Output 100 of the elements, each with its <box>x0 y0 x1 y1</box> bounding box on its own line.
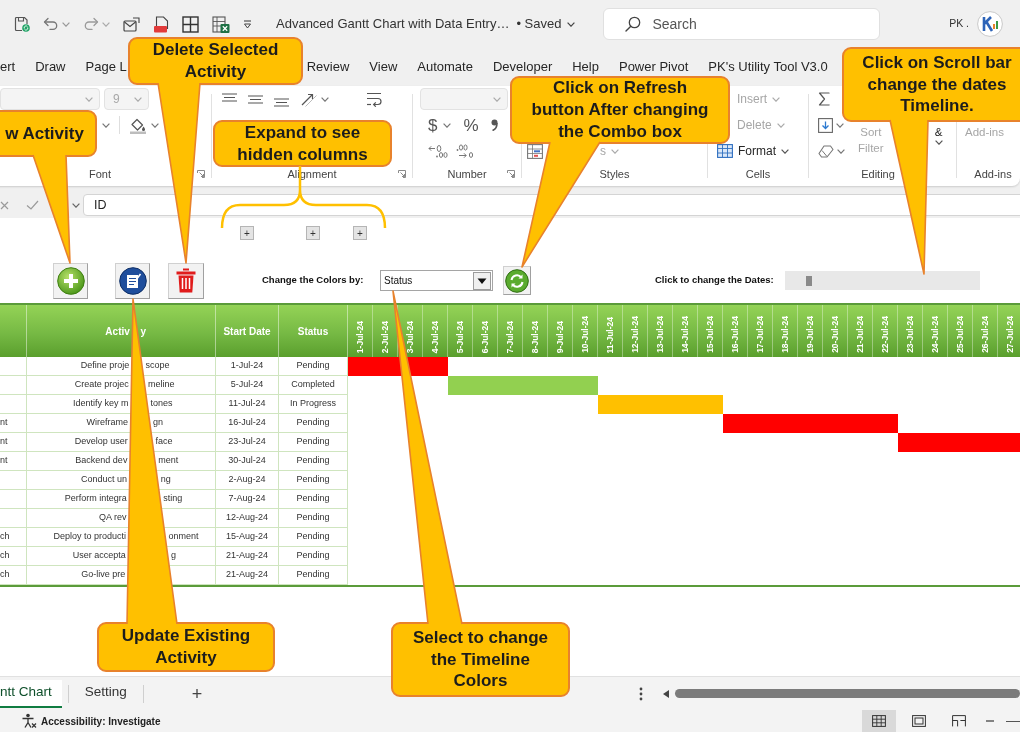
scroll-thumb[interactable] <box>806 275 812 286</box>
table-cell: Pending <box>279 509 348 528</box>
ribbon-tab[interactable]: Developer <box>492 57 553 77</box>
activity-text: Create projec <box>74 378 129 392</box>
callout: w Activity <box>0 110 97 157</box>
caret-icon[interactable] <box>72 202 80 208</box>
activity-text: sting <box>163 492 183 506</box>
activity-text: tones <box>150 397 173 411</box>
autosum-icon[interactable] <box>818 92 830 106</box>
undo-icon[interactable] <box>43 17 59 31</box>
scroll-left-icon[interactable] <box>663 689 669 698</box>
align-top-icon[interactable] <box>222 93 237 102</box>
orientation-icon[interactable] <box>300 91 318 107</box>
date-label: 15-Jul-24 <box>705 316 715 353</box>
activity-text: Deploy to producti <box>53 530 126 544</box>
caret-icon <box>102 21 110 27</box>
horizontal-scrollbar[interactable] <box>675 689 1020 698</box>
increase-decimal-icon[interactable] <box>428 144 448 158</box>
view-button[interactable] <box>862 710 896 732</box>
ribbon-tab[interactable]: Automate <box>417 57 473 77</box>
dialog-launcher-icon[interactable] <box>398 170 406 179</box>
ribbon-tab[interactable]: Page L <box>85 57 127 77</box>
ribbon-tab[interactable]: Help <box>572 57 599 77</box>
fill-down-icon[interactable] <box>818 117 833 133</box>
delete-activity-button[interactable] <box>168 262 204 299</box>
ribbon-tab[interactable]: PK's Utility Tool V3.0 <box>708 57 828 77</box>
dialog-launcher-icon[interactable] <box>197 170 205 179</box>
align-bottom-icon[interactable] <box>274 98 289 107</box>
save-status-button[interactable]: • Saved <box>516 14 576 34</box>
sheet-tab[interactable]: ntt Chart <box>0 679 62 708</box>
dialog-launcher-icon[interactable] <box>507 170 515 179</box>
group-label: Styles <box>599 167 630 182</box>
caret-icon <box>781 148 789 154</box>
date-label: 25-Jul-24 <box>955 316 965 353</box>
comma-style-icon[interactable] <box>490 119 498 131</box>
ribbon-tab[interactable]: Power Pivot <box>618 57 689 77</box>
avatar-icon[interactable] <box>977 11 1003 37</box>
accessibility-icon[interactable] <box>21 713 37 729</box>
callout: Click on Refresh button After changing the Combo box <box>510 76 730 144</box>
fill-color-icon[interactable] <box>129 116 147 134</box>
activity-text: Define proje <box>80 359 130 373</box>
grid-icon[interactable] <box>182 15 199 33</box>
ribbon-tab[interactable]: Draw <box>35 57 66 77</box>
activity-text: scope <box>145 359 170 373</box>
expand-button[interactable]: + <box>240 226 254 240</box>
table-cell: Pending <box>279 433 348 452</box>
table-cell: nt <box>0 414 27 433</box>
customize-icon[interactable] <box>243 19 252 29</box>
callout: Update Existing Activity <box>97 622 275 672</box>
ribbon-tab[interactable]: View <box>369 57 398 77</box>
activity-text: face <box>155 435 173 449</box>
refresh-button[interactable] <box>503 266 531 295</box>
expand-button[interactable]: + <box>306 226 320 240</box>
date-label: 5-Jul-24 <box>455 320 465 353</box>
caret-icon <box>102 122 110 128</box>
align-middle-icon[interactable] <box>248 94 263 104</box>
cells-menu-button[interactable]: Format <box>717 142 789 160</box>
spreadsheet-icon[interactable] <box>212 15 230 33</box>
date-label: 26-Jul-24 <box>980 316 990 353</box>
add-sheet-button[interactable]: + <box>187 684 207 703</box>
currency-button[interactable]: $ <box>428 116 438 134</box>
ribbon-tab[interactable]: Review <box>306 57 350 77</box>
mail-icon[interactable] <box>123 16 140 32</box>
column-header: Start Date <box>216 305 279 357</box>
date-label: 21-Jul-24 <box>855 316 865 353</box>
eraser-icon[interactable] <box>818 144 834 158</box>
table-cell: 11-Jul-24 <box>216 395 279 414</box>
activity-text: Develop user <box>74 435 128 449</box>
wrap-text-icon[interactable] <box>366 91 382 107</box>
activity-text: Backend dev <box>75 454 128 468</box>
formula-field[interactable]: ID <box>83 194 1020 216</box>
table-cell: 16-Jul-24 <box>216 414 279 433</box>
pdf-icon[interactable] <box>153 15 169 33</box>
ribbon-tab[interactable]: ert <box>0 57 16 77</box>
save-icon[interactable] <box>14 16 30 32</box>
zoom-track-line[interactable] <box>1006 720 1020 722</box>
caret-icon <box>611 148 619 154</box>
color-by-dropdown[interactable]: Status <box>380 270 493 291</box>
conditional-formatting-icon[interactable] <box>527 143 543 159</box>
accessibility-status[interactable]: Accessibility: Investigate <box>41 713 161 729</box>
caret-icon <box>85 96 93 102</box>
activity-text: ng <box>160 473 171 487</box>
more-options-icon[interactable] <box>639 686 643 701</box>
edit-activity-button[interactable] <box>115 262 150 299</box>
expand-button[interactable]: + <box>353 226 367 240</box>
dates-label: Click to change the Dates: <box>655 273 775 288</box>
add-activity-button[interactable] <box>53 262 88 299</box>
group-label: Cells <box>745 167 771 182</box>
decrease-decimal-icon[interactable] <box>456 144 476 158</box>
caret-icon <box>151 122 159 128</box>
percent-button[interactable]: % <box>463 116 479 134</box>
date-label: 4-Jul-24 <box>430 320 440 353</box>
find-select-button[interactable]: & <box>934 124 943 145</box>
table-cell: Pending <box>279 528 348 547</box>
sheet-tab[interactable]: Setting <box>74 679 137 708</box>
refresh-icon <box>505 268 529 293</box>
search-field[interactable]: Search <box>603 8 881 40</box>
user-name: PK . <box>949 16 969 32</box>
date-label: 1-Jul-24 <box>355 320 365 353</box>
date-scrollbar[interactable] <box>785 271 980 290</box>
